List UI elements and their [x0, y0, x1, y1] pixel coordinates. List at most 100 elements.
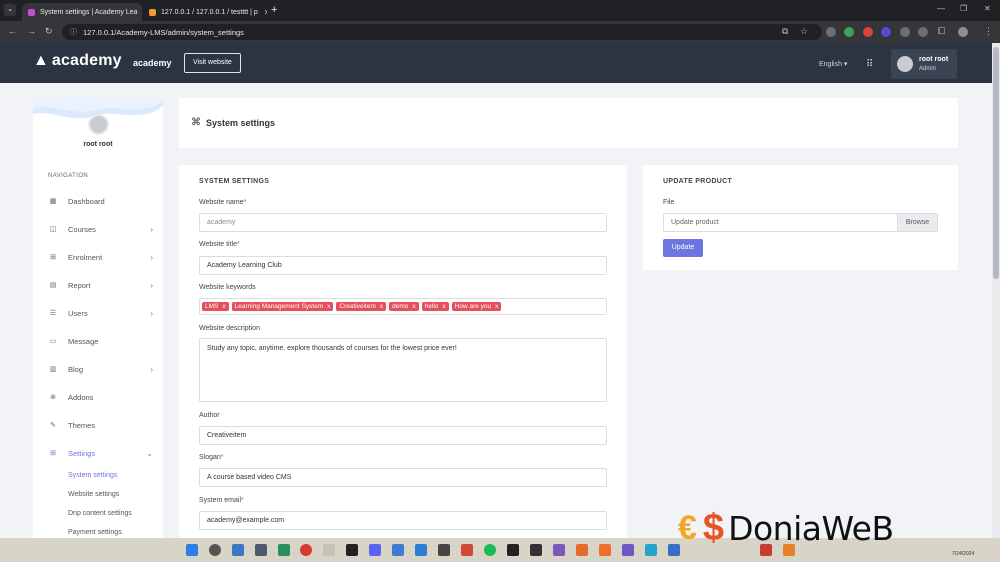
app-icon[interactable] — [438, 544, 450, 556]
site-info-icon[interactable]: ⓘ — [70, 27, 77, 37]
browser-menu-icon[interactable]: ⋮ — [984, 26, 993, 37]
back-icon[interactable]: ← — [8, 26, 17, 36]
sidebar-item-courses[interactable]: ◫ Courses › — [48, 222, 153, 236]
website-name-label: Website name* — [199, 199, 246, 206]
language-selector[interactable]: English ▾ — [819, 60, 847, 68]
app-icon[interactable] — [278, 544, 290, 556]
app-icon[interactable] — [645, 544, 657, 556]
vscode-icon[interactable] — [415, 544, 427, 556]
extension-icon[interactable] — [826, 27, 836, 37]
opera-icon[interactable] — [300, 544, 312, 556]
app-icon[interactable] — [576, 544, 588, 556]
academy-logo[interactable]: ▲ academy — [33, 52, 122, 70]
app-icon[interactable] — [461, 544, 473, 556]
tab-search-button[interactable]: ⌄ — [4, 4, 16, 16]
start-icon[interactable] — [186, 544, 198, 556]
remove-tag-icon[interactable]: x — [442, 303, 445, 310]
update-button[interactable]: Update — [663, 239, 703, 257]
new-tab-button[interactable]: + — [271, 4, 277, 16]
browser-tab[interactable]: 127.0.0.1 / 127.0.0.1 / testttt | p ✕ — [143, 3, 267, 21]
sidebar-item-blog[interactable]: ▥ Blog › — [48, 362, 153, 376]
sidebar-item-dashboard[interactable]: ▦ Dashboard — [48, 194, 153, 208]
extensions-puzzle-icon[interactable]: ⧠ — [938, 26, 945, 37]
euro-logo-icon: € — [678, 509, 697, 547]
extension-icon[interactable] — [918, 27, 928, 37]
bookmark-star-icon[interactable]: ☆ — [800, 26, 808, 37]
notion-icon[interactable] — [507, 544, 519, 556]
sidebar-item-enrolment[interactable]: ⊞ Enrolment › — [48, 250, 153, 264]
close-tab-icon[interactable]: ✕ — [138, 8, 142, 17]
search-icon[interactable] — [209, 544, 221, 556]
remove-tag-icon[interactable]: x — [327, 303, 330, 310]
required-mark: * — [220, 454, 224, 461]
apps-grid-icon[interactable]: ⠿ — [866, 59, 873, 70]
author-input[interactable]: Creativeitem — [199, 426, 607, 445]
file-input[interactable]: Update product Browse — [663, 213, 938, 232]
address-bar[interactable]: ⓘ 127.0.0.1/Academy-LMS/admin/system_set… — [62, 24, 822, 40]
website-keywords-input[interactable]: LMS x Learning Management System x Creativ… — [199, 298, 607, 315]
file-label: File — [663, 199, 675, 206]
maximize-icon[interactable]: ❐ — [960, 4, 967, 13]
sidebar-item-label: Courses — [68, 224, 96, 234]
page-title-card: ⌘ System settings — [179, 98, 958, 148]
sidebar-item-users[interactable]: ☰ Users › — [48, 306, 153, 320]
sidebar-item-message[interactable]: ▭ Message — [48, 334, 153, 348]
app-icon[interactable] — [255, 544, 267, 556]
app-icon[interactable] — [392, 544, 404, 556]
sidebar-item-themes[interactable]: ✎ Themes — [48, 418, 153, 432]
browser-tab-active[interactable]: System settings | Academy Lea ✕ — [22, 3, 142, 21]
terminal-icon[interactable] — [346, 544, 358, 556]
user-role: Admin — [919, 66, 937, 72]
sidebar-item-label: Report — [68, 280, 91, 290]
slogan-input[interactable]: A course based video CMS — [199, 468, 607, 487]
website-title-input[interactable]: Academy Learning Club — [199, 256, 607, 275]
app-icon[interactable] — [553, 544, 565, 556]
spotify-icon[interactable] — [484, 544, 496, 556]
extension-icon[interactable] — [881, 27, 891, 37]
sidebar-item-report[interactable]: ▤ Report › — [48, 278, 153, 292]
sidebar-item-label: Users — [68, 308, 88, 318]
close-tab-icon[interactable]: ✕ — [258, 8, 267, 17]
website-name-input[interactable]: academy — [199, 213, 607, 232]
sidebar-item-addons[interactable]: ⊗ Addons — [48, 390, 153, 404]
scrollbar-thumb[interactable] — [993, 47, 999, 279]
extension-icon[interactable] — [863, 27, 873, 37]
minimize-icon[interactable]: — — [937, 4, 945, 13]
app-icon[interactable] — [323, 544, 335, 556]
window-close-icon[interactable]: ✕ — [984, 4, 991, 13]
extension-icon[interactable] — [900, 27, 910, 37]
sidebar-subitem-payment-settings[interactable]: Payment settings — [68, 529, 122, 536]
remove-tag-icon[interactable]: x — [380, 303, 383, 310]
courses-icon: ◫ — [49, 226, 57, 233]
system-email-input[interactable]: academy@example.com — [199, 511, 607, 530]
website-description-textarea[interactable]: Study any topic, anytime. explore thousa… — [199, 338, 607, 402]
app-icon[interactable] — [599, 544, 611, 556]
sidebar-item-settings[interactable]: ⊞ Settings ⌄ — [48, 446, 153, 460]
sidebar-item-label: Blog — [68, 364, 84, 374]
forward-icon[interactable]: → — [27, 26, 36, 36]
avatar — [897, 56, 913, 72]
doniaweb-watermark: € $ DoniaWeB — [678, 501, 894, 556]
extension-icon[interactable] — [844, 27, 854, 37]
user-menu[interactable]: root root Admin — [891, 49, 957, 79]
discord-icon[interactable] — [369, 544, 381, 556]
app-icon[interactable] — [622, 544, 634, 556]
page-scrollbar[interactable] — [992, 43, 1000, 538]
sidebar-item-label: Addons — [68, 392, 94, 402]
visit-website-button[interactable]: Visit website — [184, 53, 241, 73]
command-icon: ⌘ — [191, 117, 201, 128]
remove-tag-icon[interactable]: x — [495, 303, 498, 310]
remove-tag-icon[interactable]: x — [222, 303, 225, 310]
sidebar-subitem-system-settings[interactable]: System settings — [68, 472, 117, 479]
translate-icon[interactable]: ⧉ — [782, 26, 788, 37]
sidebar-subitem-website-settings[interactable]: Website settings — [68, 491, 119, 498]
user-name: root root — [919, 56, 949, 63]
app-icon[interactable] — [530, 544, 542, 556]
reload-icon[interactable]: ↻ — [45, 26, 53, 37]
url-text: 127.0.0.1/Academy-LMS/admin/system_setti… — [83, 27, 244, 37]
sidebar-subitem-drip-content-settings[interactable]: Drip content settings — [68, 510, 132, 517]
browse-button[interactable]: Browse — [897, 214, 937, 231]
remove-tag-icon[interactable]: x — [412, 303, 415, 310]
profile-avatar-icon[interactable] — [958, 27, 968, 37]
app-icon[interactable] — [232, 544, 244, 556]
